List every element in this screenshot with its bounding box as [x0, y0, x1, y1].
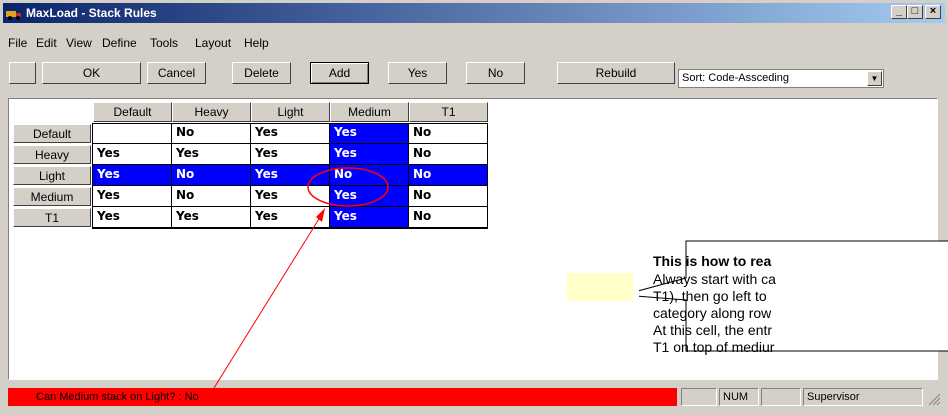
row-header-default[interactable]: Default: [13, 124, 91, 143]
column-header-t1[interactable]: T1: [409, 102, 488, 122]
add-button[interactable]: Add: [310, 62, 369, 84]
title-bar[interactable]: MaxLoad - Stack Rules _ □ ×: [3, 3, 945, 23]
minimize-button[interactable]: _: [891, 5, 907, 19]
status-panel-blank: [681, 388, 717, 406]
status-panel-blank-2: [761, 388, 801, 406]
chevron-down-icon[interactable]: ▼: [867, 71, 882, 86]
column-header-heavy[interactable]: Heavy: [172, 102, 251, 122]
menu-layout[interactable]: Layout: [195, 36, 231, 50]
help-callout: This is how to rea Always start with ca …: [639, 240, 948, 355]
menu-edit[interactable]: Edit: [36, 36, 57, 50]
status-bar: Can Medium stack on Light? : No NUM Supe…: [3, 385, 945, 409]
menu-bar: File Edit View Define Tools Layout Help: [3, 34, 945, 52]
callout-line: T1), then go left to: [653, 288, 767, 304]
callout-line: T1 on top of mediur: [653, 339, 775, 355]
highlight-patch: [567, 273, 633, 301]
callout-line: category along row: [653, 305, 772, 321]
main-window: MaxLoad - Stack Rules _ □ × File Edit Vi…: [0, 0, 948, 415]
callout-line: Always start with ca: [653, 271, 776, 287]
yes-button[interactable]: Yes: [388, 62, 447, 84]
rebuild-button[interactable]: Rebuild: [557, 62, 675, 84]
stack-rules-grid-area: Default Heavy Light Medium T1 Default No Yes Yes…: [8, 98, 948, 380]
resize-grip-icon[interactable]: [927, 392, 941, 406]
sort-dropdown[interactable]: Sort: Code-Assceding ▼: [678, 69, 884, 88]
app-truck-icon: [6, 11, 21, 20]
sort-value: Sort: Code-Assceding: [682, 72, 789, 84]
delete-button[interactable]: Delete: [232, 62, 291, 84]
row-header-light[interactable]: Light: [13, 166, 91, 185]
column-header-medium[interactable]: Medium: [330, 102, 409, 122]
callout-title: This is how to rea: [653, 253, 772, 269]
menu-tools[interactable]: Tools: [150, 36, 178, 50]
status-user: Supervisor: [803, 388, 923, 406]
menu-file[interactable]: File: [8, 36, 27, 50]
column-header-default[interactable]: Default: [93, 102, 172, 122]
grid-frame: [92, 123, 488, 229]
callout-line: At this cell, the entr: [653, 322, 773, 338]
status-num: NUM: [719, 388, 759, 406]
cancel-button[interactable]: Cancel: [147, 62, 206, 84]
no-button[interactable]: No: [466, 62, 525, 84]
blank-button[interactable]: [9, 62, 36, 84]
menu-define[interactable]: Define: [102, 36, 137, 50]
status-message: Can Medium stack on Light? : No: [8, 388, 677, 406]
window-title: MaxLoad - Stack Rules: [26, 6, 157, 20]
menu-help[interactable]: Help: [244, 36, 269, 50]
maximize-button[interactable]: □: [907, 5, 923, 19]
row-header-t1[interactable]: T1: [13, 208, 91, 227]
row-header-heavy[interactable]: Heavy: [13, 145, 91, 164]
ok-button[interactable]: OK: [42, 62, 141, 84]
row-header-medium[interactable]: Medium: [13, 187, 91, 206]
column-header-light[interactable]: Light: [251, 102, 330, 122]
close-button[interactable]: ×: [925, 5, 941, 19]
menu-view[interactable]: View: [66, 36, 92, 50]
